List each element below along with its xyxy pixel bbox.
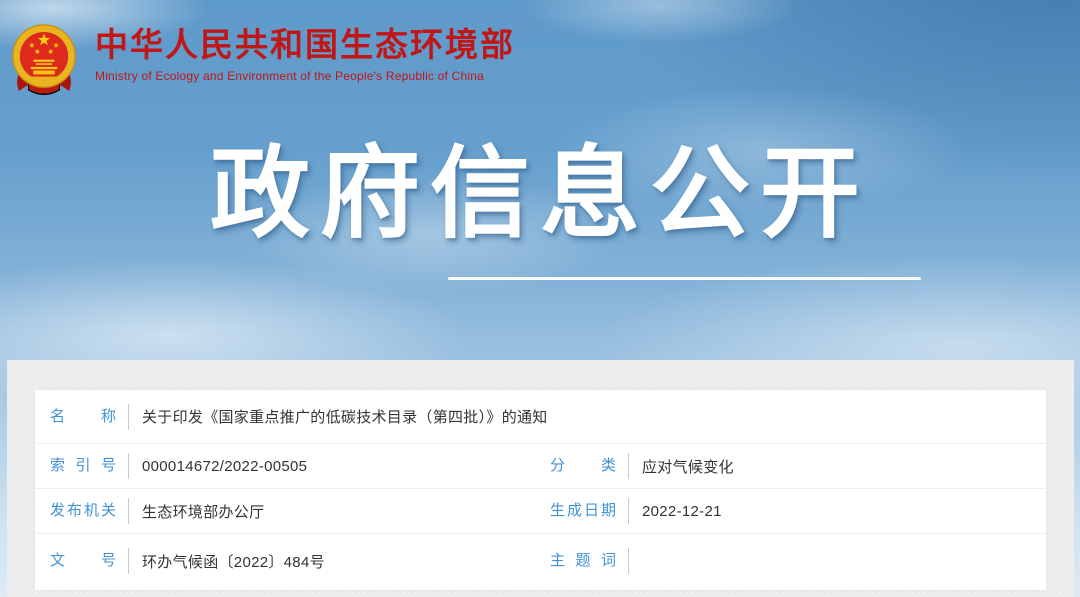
site-header: 中华人民共和国生态环境部 Ministry of Ecology and Env… [10, 17, 515, 97]
field-label: 发布机关 [50, 500, 116, 522]
title-underline [448, 277, 921, 280]
field-value: 2022-12-21 [642, 503, 722, 520]
field-divider [628, 548, 629, 574]
field-name: 名称 关于印发《国家重点推广的低碳技术目录（第四批）》的通知 [35, 404, 1046, 430]
page: 中华人民共和国生态环境部 Ministry of Ecology and Env… [0, 0, 1080, 597]
page-title: 政府信息公开 [0, 142, 1080, 247]
field-index-number: 索引号 000014672/2022-00505 [35, 453, 535, 479]
field-value: 生态环境部办公厅 [142, 501, 264, 522]
field-issuing-agency: 发布机关 生态环境部办公厅 [35, 498, 535, 524]
site-title-group[interactable]: 中华人民共和国生态环境部 Ministry of Ecology and Env… [95, 17, 515, 83]
field-label: 文号 [50, 550, 116, 572]
field-divider [628, 498, 629, 524]
field-divider [128, 498, 129, 524]
field-value: 环办气候函〔2022〕484号 [142, 551, 325, 572]
site-name-en: Ministry of Ecology and Environment of t… [95, 69, 515, 83]
table-row: 发布机关 生态环境部办公厅 生成日期 2022-12-21 [35, 489, 1046, 534]
field-label: 索引号 [50, 455, 116, 477]
field-category: 分类 应对气候变化 [535, 453, 1046, 479]
table-row: 索引号 000014672/2022-00505 分类 应对气候变化 [35, 444, 1046, 489]
national-emblem-icon[interactable] [10, 17, 78, 97]
document-info-card: 名称 关于印发《国家重点推广的低碳技术目录（第四批）》的通知 索引号 00001… [35, 390, 1046, 590]
field-divider [128, 404, 129, 430]
site-name-zh[interactable]: 中华人民共和国生态环境部 [95, 28, 515, 63]
field-document-number: 文号 环办气候函〔2022〕484号 [35, 548, 535, 574]
field-value: 000014672/2022-00505 [142, 458, 307, 475]
field-divider [128, 453, 129, 479]
field-label: 主题词 [550, 550, 616, 572]
field-value: 应对气候变化 [642, 456, 734, 477]
field-value: 关于印发《国家重点推广的低碳技术目录（第四批）》的通知 [142, 406, 548, 427]
field-divider [628, 453, 629, 479]
field-subject-words: 主题词 [535, 548, 1046, 574]
field-issue-date: 生成日期 2022-12-21 [535, 498, 1046, 524]
field-label: 名称 [50, 406, 116, 428]
table-row: 名称 关于印发《国家重点推广的低碳技术目录（第四批）》的通知 [35, 390, 1046, 444]
table-row: 文号 环办气候函〔2022〕484号 主题词 [35, 534, 1046, 588]
field-divider [128, 548, 129, 574]
field-label: 生成日期 [550, 500, 616, 522]
content-section: 名称 关于印发《国家重点推广的低碳技术目录（第四批）》的通知 索引号 00001… [7, 360, 1074, 597]
field-label: 分类 [550, 455, 616, 477]
